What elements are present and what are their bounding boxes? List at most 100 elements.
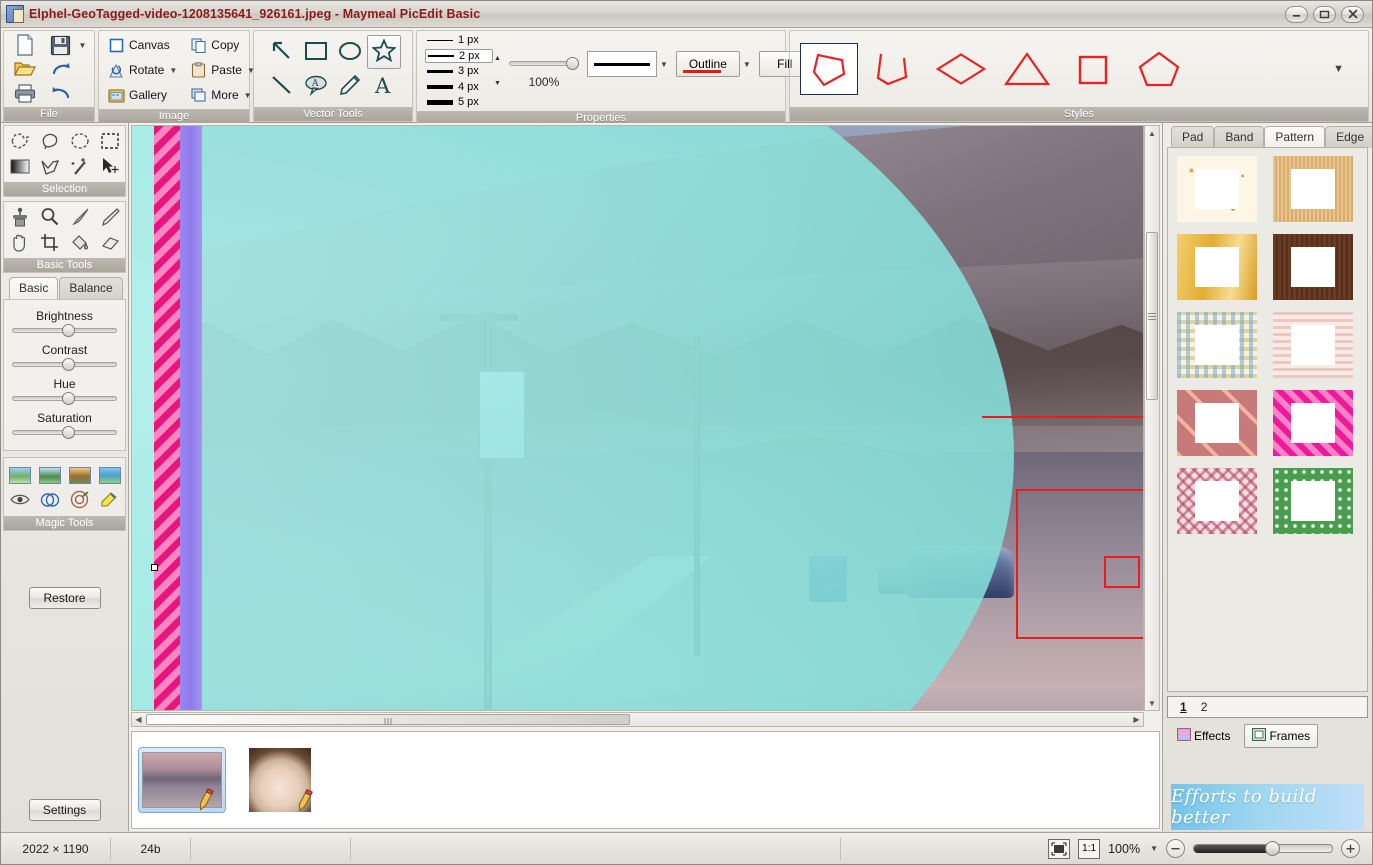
tool-zoom[interactable]	[35, 205, 65, 231]
line-width-option-1[interactable]: 1 px	[425, 33, 493, 47]
annotation-line[interactable]	[982, 416, 1143, 418]
open-file-button[interactable]	[8, 57, 42, 81]
hue-slider[interactable]	[12, 392, 117, 405]
tool-move-selection[interactable]	[95, 155, 125, 181]
brightness-slider[interactable]	[12, 324, 117, 337]
tab-basic[interactable]: Basic	[9, 277, 59, 299]
vector-tool-rectangle[interactable]	[299, 35, 333, 69]
close-button[interactable]	[1341, 5, 1364, 23]
annotation-small-rectangle[interactable]	[1104, 556, 1140, 588]
tool-hand[interactable]	[5, 231, 35, 257]
gallery-button[interactable]: Gallery	[103, 83, 181, 107]
tool-magic-wand[interactable]	[65, 155, 95, 181]
zoom-out-button[interactable]	[1166, 839, 1185, 858]
tab-pattern[interactable]: Pattern	[1264, 126, 1326, 148]
line-width-option-4[interactable]: 4 px	[425, 80, 493, 94]
scroll-left-arrow[interactable]: ◀	[132, 713, 145, 726]
vector-tool-pencil[interactable]	[333, 69, 367, 103]
vector-tool-text[interactable]: A	[367, 69, 401, 103]
canvas-vertical-scrollbar[interactable]: ▲ ▼	[1144, 125, 1160, 711]
page-2[interactable]: 2	[1201, 700, 1208, 714]
canvas-horizontal-scrollbar[interactable]: ◀ ▶	[131, 712, 1144, 727]
spinner-down-icon[interactable]: ▼	[494, 80, 501, 87]
line-width-option-5[interactable]: 5 px	[425, 95, 493, 109]
paste-button[interactable]: Paste ▼	[185, 58, 259, 82]
fit-to-window-icon[interactable]	[1048, 838, 1071, 859]
settings-button[interactable]: Settings	[28, 799, 101, 821]
save-dropdown-arrow[interactable]: ▼	[79, 41, 87, 50]
tool-auto-color[interactable]	[65, 462, 95, 488]
print-button[interactable]	[8, 81, 42, 105]
style-option-square[interactable]	[1064, 43, 1122, 95]
zoom-in-button[interactable]	[1341, 839, 1360, 858]
redo-button[interactable]	[44, 57, 91, 81]
maximize-button[interactable]	[1313, 5, 1336, 23]
horizontal-scroll-thumb[interactable]	[146, 714, 630, 725]
spinner-up-icon[interactable]: ▲	[494, 55, 501, 62]
tool-blend[interactable]	[35, 488, 65, 514]
zoom-level-value[interactable]: 100%	[1108, 842, 1140, 856]
rotate-dropdown-arrow[interactable]: ▼	[169, 66, 177, 75]
outline-button[interactable]: Outline	[675, 51, 740, 77]
style-option-triangle[interactable]	[998, 43, 1056, 95]
frame-item[interactable]	[1270, 388, 1356, 458]
tool-red-eye[interactable]	[5, 488, 35, 514]
tool-lasso-freehand[interactable]	[35, 129, 65, 155]
frame-item[interactable]	[1174, 154, 1260, 224]
tab-edge[interactable]: Edge	[1325, 126, 1372, 148]
tool-brush[interactable]	[65, 205, 95, 231]
frame-item[interactable]	[1270, 232, 1356, 302]
save-button[interactable]: ▼	[44, 33, 91, 57]
line-style-dropdown-arrow[interactable]: ▼	[660, 60, 668, 69]
line-style-preview[interactable]	[586, 51, 657, 77]
line-width-option-2[interactable]: 2 px	[425, 48, 493, 63]
styles-dropdown-arrow[interactable]: ▼	[1333, 63, 1344, 75]
vector-tool-ellipse[interactable]	[333, 35, 367, 69]
selection-handle[interactable]	[151, 564, 158, 571]
tool-highlighter[interactable]	[95, 488, 125, 514]
page-1[interactable]: 1	[1180, 700, 1187, 714]
opacity-slider[interactable]	[508, 57, 579, 70]
frame-item[interactable]	[1270, 154, 1356, 224]
frame-item[interactable]	[1174, 388, 1260, 458]
vector-tool-callout[interactable]: A	[299, 69, 333, 103]
line-width-list[interactable]: 1 px 2 px 3 px 4 px 5 px	[425, 33, 493, 109]
undo-button[interactable]	[44, 81, 91, 105]
tool-paint-bucket[interactable]	[65, 231, 95, 257]
vertical-scroll-thumb[interactable]	[1146, 232, 1158, 400]
line-width-spinner[interactable]: ▲ ▼	[494, 55, 501, 87]
rotate-button[interactable]: Rotate ▼	[103, 58, 181, 82]
minimize-button[interactable]	[1285, 5, 1308, 23]
scroll-right-arrow[interactable]: ▶	[1130, 713, 1143, 726]
frame-item[interactable]	[1174, 466, 1260, 536]
filmstrip-item-street[interactable]	[138, 747, 226, 813]
tool-lasso-polygon[interactable]	[5, 129, 35, 155]
more-dropdown-arrow[interactable]: ▼	[244, 91, 252, 100]
vector-tool-line[interactable]	[265, 69, 299, 103]
frame-item[interactable]	[1270, 466, 1356, 536]
tool-ellipse-select[interactable]	[65, 129, 95, 155]
tool-clone-stamp[interactable]	[5, 205, 35, 231]
contrast-slider[interactable]	[12, 358, 117, 371]
frames-pagination[interactable]: 1 2	[1167, 696, 1368, 718]
tool-auto-levels[interactable]	[35, 462, 65, 488]
frame-item[interactable]	[1270, 310, 1356, 380]
filmstrip-item-portrait[interactable]	[236, 747, 324, 813]
opacity-slider-knob[interactable]	[565, 57, 579, 70]
scroll-down-arrow[interactable]: ▼	[1145, 696, 1159, 710]
style-option-open-polyline[interactable]	[866, 43, 924, 95]
tool-auto-contrast[interactable]	[95, 462, 125, 488]
frames-button[interactable]: Frames	[1244, 724, 1319, 748]
canvas-button[interactable]: Canvas	[103, 33, 181, 57]
tool-magnetic-lasso[interactable]	[35, 155, 65, 181]
hue-slider-knob[interactable]	[62, 392, 76, 405]
zoom-dropdown-arrow[interactable]: ▼	[1150, 844, 1158, 853]
tab-pad[interactable]: Pad	[1171, 126, 1215, 148]
tool-color-target[interactable]	[65, 488, 95, 514]
tab-band[interactable]: Band	[1214, 126, 1265, 148]
copy-button[interactable]: Copy	[185, 33, 259, 57]
tool-pen[interactable]	[95, 205, 125, 231]
frame-item[interactable]	[1174, 232, 1260, 302]
tool-gradient[interactable]	[5, 155, 35, 181]
line-width-option-3[interactable]: 3 px	[425, 64, 493, 78]
